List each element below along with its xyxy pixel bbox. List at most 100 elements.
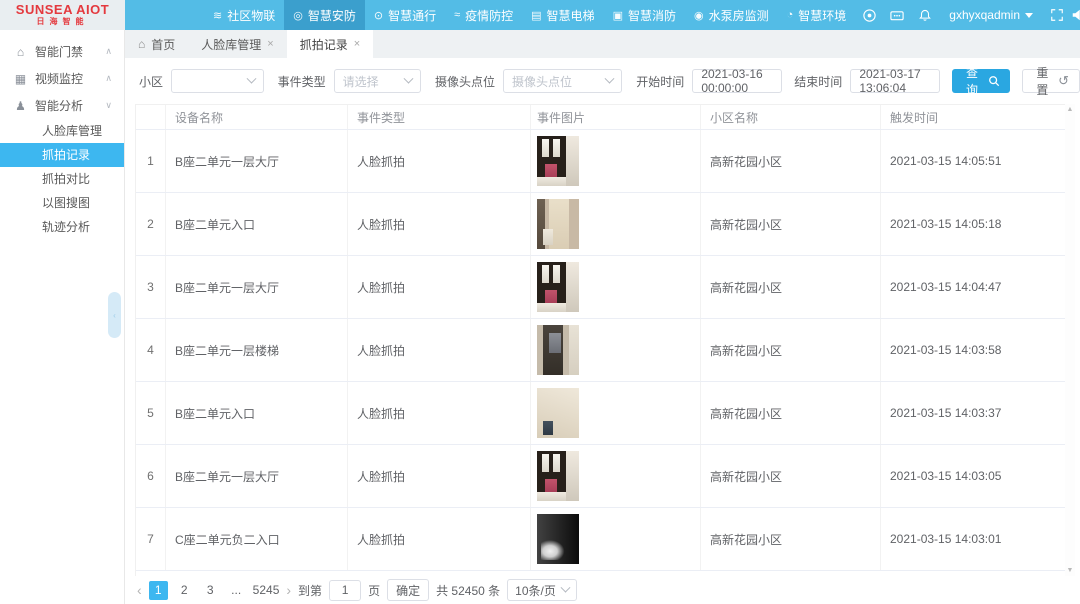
- table-row[interactable]: 2 B座二单元入口 人脸抓拍 高新花园小区 2021-03-15 14:05:1…: [136, 193, 1065, 256]
- nav-item-pump-room-monitor[interactable]: ◉ 水泵房监测: [685, 0, 778, 30]
- page-button-last[interactable]: 5245: [253, 581, 280, 600]
- close-icon[interactable]: ×: [267, 38, 273, 50]
- brand-logo-subtext: 日海智能: [37, 18, 89, 26]
- table-row[interactable]: 4 B座二单元一层楼梯 人脸抓拍 高新花园小区 2021-03-15 14:03…: [136, 319, 1065, 382]
- tab-home[interactable]: ⌂ 首页: [125, 30, 188, 58]
- goto-confirm-button[interactable]: 确定: [387, 579, 429, 601]
- row-event-image-cell: [531, 508, 701, 570]
- nav-item-smart-fire[interactable]: ▣ 智慧消防: [604, 0, 685, 30]
- row-device-name: B座二单元一层大厅: [166, 130, 348, 192]
- event-snapshot-thumbnail[interactable]: [537, 325, 579, 375]
- header-trigger-time: 触发时间: [881, 105, 1065, 129]
- event-type-filter-label: 事件类型: [278, 73, 326, 90]
- sidebar-item-image-search[interactable]: 以图搜图: [0, 191, 124, 215]
- page-button-1[interactable]: 1: [149, 581, 168, 600]
- row-event-type: 人脸抓拍: [348, 319, 531, 381]
- start-time-input[interactable]: 2021-03-16 00:00:00: [692, 69, 782, 93]
- community-select[interactable]: [171, 69, 264, 93]
- close-icon[interactable]: ×: [354, 38, 360, 50]
- table-row[interactable]: 3 B座二单元一层大厅 人脸抓拍 高新花园小区 2021-03-15 14:04…: [136, 256, 1065, 319]
- person-analysis-icon: ♟: [14, 99, 27, 113]
- message-panel-icon[interactable]: [883, 0, 911, 30]
- sidebar-item-track-analysis[interactable]: 轨迹分析: [0, 215, 124, 239]
- row-index: 6: [136, 445, 166, 507]
- nav-item-smart-environment[interactable]: ◔ 智慧环境: [778, 0, 856, 30]
- goto-page-input[interactable]: [329, 580, 361, 601]
- tab-label: 首页: [151, 36, 175, 53]
- event-snapshot-thumbnail[interactable]: [537, 262, 579, 312]
- sidebar-group-door-access[interactable]: ⌂ 智能门禁 ∧: [0, 38, 124, 65]
- event-type-select[interactable]: 请选择: [334, 69, 421, 93]
- row-community-name: 高新花园小区: [701, 256, 881, 318]
- fullscreen-icon[interactable]: [1043, 0, 1071, 30]
- event-snapshot-thumbnail[interactable]: [537, 388, 579, 438]
- row-event-type: 人脸抓拍: [348, 193, 531, 255]
- username: gxhyxqadmin: [949, 8, 1020, 22]
- nav-item-community-iot[interactable]: ≋ 社区物联: [204, 0, 284, 30]
- chevron-down-icon: [1025, 13, 1033, 18]
- table-header-row: 设备名称 事件类型 事件图片 小区名称 触发时间: [136, 105, 1065, 130]
- sidebar-item-face-library[interactable]: 人脸库管理: [0, 119, 124, 143]
- sidebar-item-capture-records[interactable]: 抓拍记录: [0, 143, 124, 167]
- next-page-icon[interactable]: ›: [286, 582, 291, 598]
- smart-access-icon: ⊙: [374, 9, 383, 22]
- user-menu[interactable]: gxhyxqadmin: [939, 0, 1043, 30]
- event-snapshot-thumbnail[interactable]: [537, 199, 579, 249]
- page-button-2[interactable]: 2: [175, 581, 194, 600]
- table-row[interactable]: 6 B座二单元一层大厅 人脸抓拍 高新花园小区 2021-03-15 14:03…: [136, 445, 1065, 508]
- scroll-down-icon[interactable]: ▼: [1067, 567, 1074, 574]
- row-event-type: 人脸抓拍: [348, 382, 531, 444]
- row-trigger-time: 2021-03-15 14:03:58: [881, 319, 1065, 381]
- header-event-image: 事件图片: [531, 105, 701, 129]
- row-trigger-time: 2021-03-15 14:04:47: [881, 256, 1065, 318]
- announcement-icon[interactable]: [1071, 0, 1080, 30]
- row-device-name: B座二单元入口: [166, 193, 348, 255]
- row-event-image-cell: [531, 130, 701, 192]
- sidebar-item-capture-compare[interactable]: 抓拍对比: [0, 167, 124, 191]
- event-snapshot-thumbnail[interactable]: [537, 136, 579, 186]
- scroll-up-icon[interactable]: ▲: [1067, 106, 1074, 113]
- sidebar-group-label: 智能门禁: [35, 43, 83, 60]
- event-snapshot-thumbnail[interactable]: [537, 451, 579, 501]
- sidebar-group-label: 智能分析: [35, 97, 83, 114]
- end-time-label: 结束时间: [794, 73, 842, 90]
- nav-label: 智慧消防: [628, 7, 676, 24]
- sidebar-group-smart-analysis[interactable]: ♟ 智能分析 ∨: [0, 92, 124, 119]
- reset-button[interactable]: 重置 ↺: [1022, 69, 1080, 93]
- nav-label: 疫情防控: [465, 7, 513, 24]
- smart-elevator-icon: ▤: [531, 9, 541, 22]
- page-ellipsis[interactable]: ...: [227, 581, 246, 600]
- page-button-3[interactable]: 3: [201, 581, 220, 600]
- tab-face-library[interactable]: 人脸库管理 ×: [188, 30, 286, 58]
- nav-item-smart-access[interactable]: ⊙ 智慧通行: [365, 0, 445, 30]
- row-event-image-cell: [531, 256, 701, 318]
- table-row[interactable]: 5 B座二单元入口 人脸抓拍 高新花园小区 2021-03-15 14:03:3…: [136, 382, 1065, 445]
- prev-page-icon[interactable]: ‹: [137, 582, 142, 598]
- app-center-icon[interactable]: [855, 0, 883, 30]
- nav-item-epidemic-control[interactable]: ≈ 疫情防控: [445, 0, 522, 30]
- table-row[interactable]: 7 C座二单元负二入口 人脸抓拍 高新花园小区 2021-03-15 14:03…: [136, 508, 1065, 571]
- row-event-image-cell: [531, 445, 701, 507]
- table-scrollbar[interactable]: ▲ ▼: [1065, 104, 1075, 576]
- notification-bell-icon[interactable]: [911, 0, 939, 30]
- row-community-name: 高新花园小区: [701, 193, 881, 255]
- sidebar-group-video-monitor[interactable]: ▦ 视频监控 ∧: [0, 65, 124, 92]
- end-time-input[interactable]: 2021-03-17 13:06:04: [850, 69, 940, 93]
- search-button[interactable]: 查询: [952, 69, 1009, 93]
- camera-select[interactable]: 摄像头点位: [503, 69, 622, 93]
- nav-label: 智慧电梯: [547, 7, 595, 24]
- nav-item-smart-elevator[interactable]: ▤ 智慧电梯: [522, 0, 603, 30]
- chevron-up-icon: ∧: [105, 73, 112, 84]
- tab-capture-records[interactable]: 抓拍记录 ×: [287, 30, 373, 58]
- nav-item-smart-security[interactable]: ◎ 智慧安防: [284, 0, 365, 30]
- row-trigger-time: 2021-03-15 14:05:51: [881, 130, 1065, 192]
- tab-label: 人脸库管理: [201, 36, 261, 53]
- table-row[interactable]: 1 B座二单元一层大厅 人脸抓拍 高新花园小区 2021-03-15 14:05…: [136, 130, 1065, 193]
- row-device-name: B座二单元入口: [166, 382, 348, 444]
- sidebar-collapse-handle[interactable]: ‹: [108, 292, 121, 338]
- page-size-select[interactable]: 10条/页: [507, 579, 577, 601]
- row-event-type: 人脸抓拍: [348, 256, 531, 318]
- chevron-down-icon: ∨: [105, 100, 112, 111]
- row-trigger-time: 2021-03-15 14:05:18: [881, 193, 1065, 255]
- event-snapshot-thumbnail[interactable]: [537, 514, 579, 564]
